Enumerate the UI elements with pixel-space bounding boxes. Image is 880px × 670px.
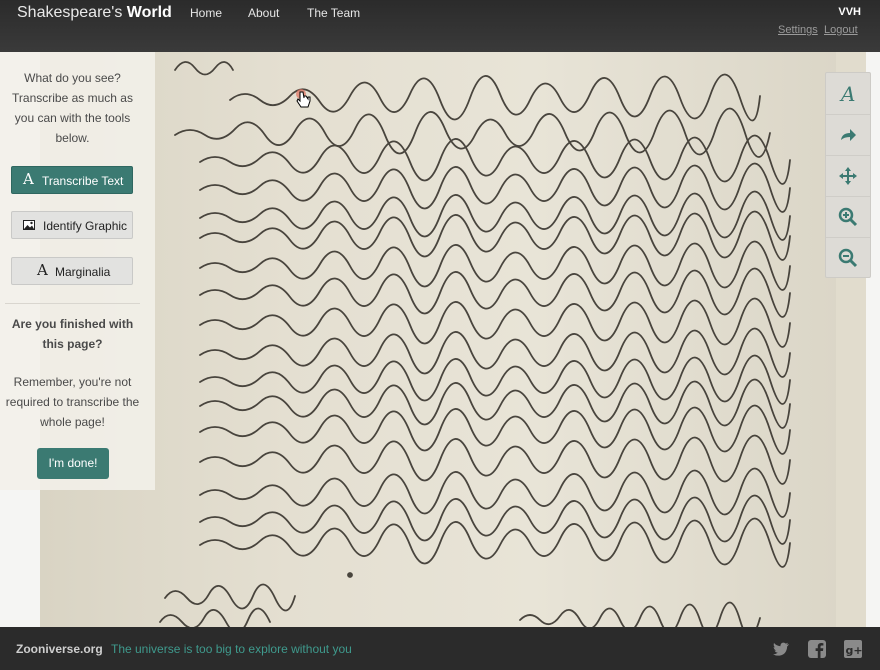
finished-question: Are you finished with this page?	[11, 317, 134, 351]
site-footer: Zooniverse.org The universe is too big t…	[0, 627, 880, 670]
nav-the-team[interactable]: The Team	[307, 6, 360, 20]
done-button[interactable]: I'm done!	[37, 448, 109, 479]
google-plus-icon[interactable]: g+	[844, 640, 862, 658]
logout-link[interactable]: Logout	[824, 24, 858, 36]
redo-button[interactable]	[826, 114, 870, 156]
image-icon	[23, 220, 35, 230]
top-navbar: Shakespeare's World Home About The Team …	[0, 0, 880, 52]
footer-tagline: The universe is too big to explore witho…	[111, 642, 352, 656]
hand-cursor-icon	[296, 89, 311, 108]
pan-icon	[839, 167, 857, 185]
transcribe-text-label: Transcribe Text	[42, 174, 124, 188]
user-name[interactable]: VVH	[838, 6, 861, 18]
marginalia-button[interactable]: A Marginalia	[11, 257, 133, 285]
zoom-in-button[interactable]	[826, 196, 870, 238]
nav-about[interactable]: About	[248, 6, 279, 20]
sidebar-divider	[5, 303, 140, 304]
facebook-icon[interactable]	[808, 640, 826, 658]
zoom-out-icon	[838, 248, 858, 268]
zoom-in-icon	[838, 207, 858, 227]
twitter-icon[interactable]	[772, 640, 790, 658]
task-prompt: What do you see? Transcribe as much as y…	[12, 71, 133, 145]
marginalia-label: Marginalia	[55, 265, 111, 279]
zoom-tool-palette: A	[825, 72, 871, 278]
nav-home[interactable]: Home	[190, 6, 222, 20]
svg-text:A: A	[839, 84, 855, 104]
settings-link[interactable]: Settings	[778, 24, 818, 36]
site-brand[interactable]: Shakespeare's World	[17, 4, 172, 22]
text-a-icon: A	[37, 261, 48, 279]
identify-graphic-label: Identify Graphic	[43, 219, 128, 233]
text-tool-button[interactable]: A	[826, 73, 870, 115]
zooniverse-link[interactable]: Zooniverse.org	[16, 642, 103, 656]
reminder-text: Remember, you're not required to transcr…	[5, 375, 140, 429]
text-a-icon: A	[23, 170, 34, 188]
transcribe-text-button[interactable]: A Transcribe Text	[11, 166, 133, 194]
svg-text:g+: g+	[846, 644, 863, 657]
identify-graphic-button[interactable]: Identify Graphic	[11, 211, 133, 239]
text-tool-icon: A	[839, 84, 855, 104]
redo-icon	[841, 129, 856, 141]
task-sidebar: What do you see? Transcribe as much as y…	[0, 52, 155, 490]
pan-button[interactable]	[826, 155, 870, 197]
zoom-out-button[interactable]	[826, 237, 870, 278]
